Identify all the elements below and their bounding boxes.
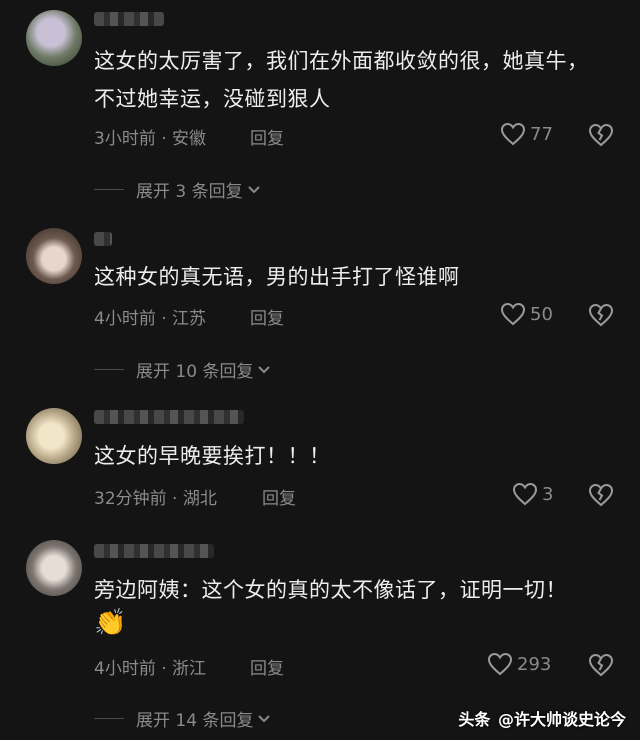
comment-meta: 4小时前 · 浙江 <box>94 659 207 679</box>
comment-text: 这女的太厉害了，我们在外面都收敛的很，她真牛， 不过她幸运，没碰到狠人 <box>94 49 589 111</box>
broken-heart-icon[interactable] <box>587 122 615 148</box>
like-button[interactable]: 77 <box>500 122 553 146</box>
divider-line <box>94 718 124 719</box>
like-count: 50 <box>530 303 553 325</box>
expand-replies-button[interactable]: 展开 3 条回复 <box>94 177 261 202</box>
like-count: 293 <box>517 653 552 675</box>
reply-button[interactable]: 回复 <box>250 124 284 149</box>
expand-label: 展开 14 条回复 <box>136 711 254 731</box>
like-button[interactable]: 50 <box>500 302 553 326</box>
divider-line <box>94 189 124 190</box>
comment-text: 这种女的真无语，男的出手打了怪谁啊 <box>94 265 460 289</box>
chevron-down-icon <box>247 185 260 193</box>
avatar[interactable] <box>26 10 82 66</box>
chevron-down-icon <box>258 365 271 373</box>
comment-text: 这女的早晚要挨打！！！ <box>94 444 331 468</box>
reply-button[interactable]: 回复 <box>250 654 284 679</box>
username-blurred[interactable] <box>94 232 112 246</box>
watermark: 头条 @许大帅谈史论今 <box>458 706 626 730</box>
chevron-down-icon <box>258 714 271 722</box>
expand-label: 展开 10 条回复 <box>136 362 254 382</box>
comment-meta: 4小时前 · 江苏 <box>94 309 207 329</box>
comment-meta: 3小时前 · 安徽 <box>94 129 207 149</box>
like-button[interactable]: 3 <box>512 482 553 506</box>
heart-icon <box>487 652 513 676</box>
avatar[interactable] <box>26 228 82 284</box>
broken-heart-icon[interactable] <box>587 302 615 328</box>
watermark-brand: 头条 <box>458 710 491 729</box>
broken-heart-icon[interactable] <box>587 652 615 678</box>
comment-meta: 32分钟前 · 湖北 <box>94 489 217 509</box>
heart-icon <box>512 482 538 506</box>
expand-replies-button[interactable]: 展开 14 条回复 <box>94 706 271 731</box>
like-button[interactable]: 293 <box>487 652 551 676</box>
username-blurred[interactable] <box>94 12 164 26</box>
avatar[interactable] <box>26 540 82 596</box>
divider-line <box>94 369 124 370</box>
clapping-hands-emoji: 👏 <box>94 608 127 638</box>
broken-heart-icon[interactable] <box>587 482 615 508</box>
avatar[interactable] <box>26 408 82 464</box>
username-blurred[interactable] <box>94 544 214 558</box>
heart-icon <box>500 122 526 146</box>
like-count: 77 <box>530 123 553 145</box>
username-blurred[interactable] <box>94 410 244 424</box>
reply-button[interactable]: 回复 <box>262 484 296 509</box>
heart-icon <box>500 302 526 326</box>
watermark-handle: @许大帅谈史论今 <box>497 710 626 729</box>
expand-replies-button[interactable]: 展开 10 条回复 <box>94 357 271 382</box>
reply-button[interactable]: 回复 <box>250 304 284 329</box>
comment-text: 旁边阿姨：这个女的真的太不像话了，证明一切！ <box>94 578 567 602</box>
like-count: 3 <box>542 483 554 505</box>
expand-label: 展开 3 条回复 <box>136 182 243 202</box>
